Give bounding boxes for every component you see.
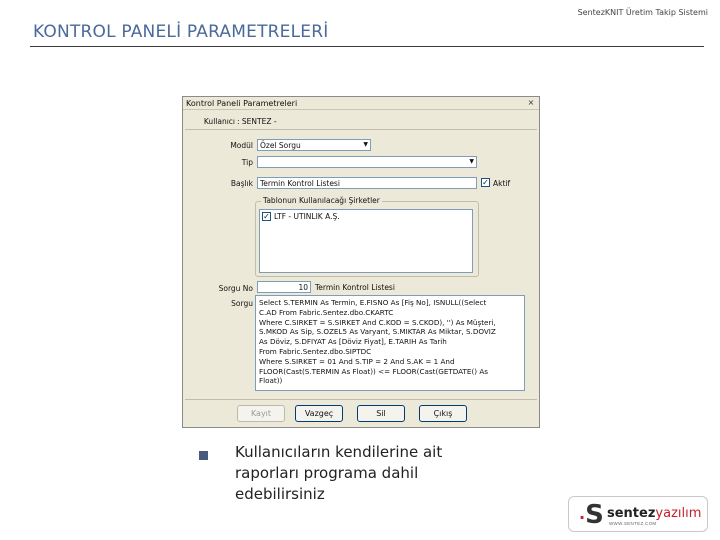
tip-label: Tip <box>241 158 253 167</box>
sorgu-label: Sorgu <box>231 299 253 308</box>
company-checkbox[interactable]: ✓ <box>262 212 271 221</box>
aktif-label: Aktif <box>493 179 511 188</box>
close-icon[interactable]: × <box>526 98 536 108</box>
sql-line: C.AD From Fabric.Sentez.dbo.CKARTC <box>259 307 394 317</box>
aktif-checkbox[interactable]: ✓ <box>481 178 490 187</box>
kayit-button[interactable]: Kayıt <box>237 405 285 422</box>
sql-line: Float)) <box>259 376 283 386</box>
chevron-down-icon: ▼ <box>469 158 474 165</box>
sql-line: As Döviz, S.DFIYAT As [Döviz Fiyat], E.T… <box>259 337 447 347</box>
sorgu-no-label: Sorgu No <box>218 284 253 293</box>
header-system-name: SentezKNIT Üretim Takip Sistemi <box>577 8 708 17</box>
sorgu-no-input[interactable]: 10 <box>257 281 311 293</box>
sorgu-no-description: Termin Kontrol Listesi <box>315 283 395 292</box>
sql-line: Where C.SIRKET = S.SIRKET And C.KOD = S.… <box>259 317 496 327</box>
bullet-icon <box>199 451 208 460</box>
separator <box>185 129 537 130</box>
logo-url: WWW.SENTEZ.COM <box>609 521 657 526</box>
vazgec-button[interactable]: Vazgeç <box>295 405 343 422</box>
company-name: LTF - UTINLIK A.Ş. <box>274 212 340 221</box>
modul-select[interactable]: Özel Sorgu ▼ <box>257 139 371 151</box>
sql-line: From Fabric.Sentez.dbo.SIPTDC <box>259 346 372 356</box>
company-list[interactable]: ✓ LTF - UTINLIK A.Ş. <box>259 209 473 273</box>
sql-line: S.MKOD As Sip, S.OZEL5 As Varyant, S.MIK… <box>259 327 496 337</box>
sql-line: Where S.SIRKET = 01 And S.TIP = 2 And S.… <box>259 356 455 366</box>
company-list-item[interactable]: ✓ LTF - UTINLIK A.Ş. <box>262 211 470 222</box>
logo-wordmark: sentezyazılım <box>607 506 702 521</box>
title-divider <box>30 46 704 47</box>
bullet-text: Kullanıcıların kendilerine ait raporları… <box>235 443 443 503</box>
sentez-logo: ·S sentezyazılım WWW.SENTEZ.COM <box>568 496 708 532</box>
dialog-title: Kontrol Paneli Parametreleri <box>186 99 298 108</box>
sql-line: FLOOR(Cast(S.TERMIN As Float)) <= FLOOR(… <box>259 366 488 376</box>
cikis-button[interactable]: Çıkış <box>419 405 467 422</box>
kullanici-value: : SENTEZ - <box>237 117 277 126</box>
company-group-title: Tablonun Kullanılacağı Şirketler <box>261 196 382 205</box>
chevron-down-icon: ▼ <box>363 141 368 148</box>
separator <box>185 399 537 400</box>
logo-mark: ·S <box>579 500 604 530</box>
tip-select[interactable]: ▼ <box>257 156 477 168</box>
sorgu-textarea[interactable]: Select S.TERMIN As Termin, E.FISNO As [F… <box>255 295 525 391</box>
baslik-label: Başlık <box>230 179 253 188</box>
dialog-titlebar: Kontrol Paneli Parametreleri × <box>183 97 539 110</box>
kontrol-paneli-dialog: Kontrol Paneli Parametreleri × Kullanıcı… <box>182 96 540 428</box>
sil-button[interactable]: Sil <box>357 405 405 422</box>
baslik-input[interactable]: Termin Kontrol Listesi <box>257 177 477 189</box>
modul-select-value: Özel Sorgu <box>260 141 301 150</box>
sql-line: Select S.TERMIN As Termin, E.FISNO As [F… <box>259 298 487 307</box>
slide-title: KONTROL PANELİ PARAMETRELERİ <box>33 22 329 42</box>
modul-label: Modül <box>230 141 253 150</box>
kullanici-label: Kullanıcı <box>203 117 235 126</box>
